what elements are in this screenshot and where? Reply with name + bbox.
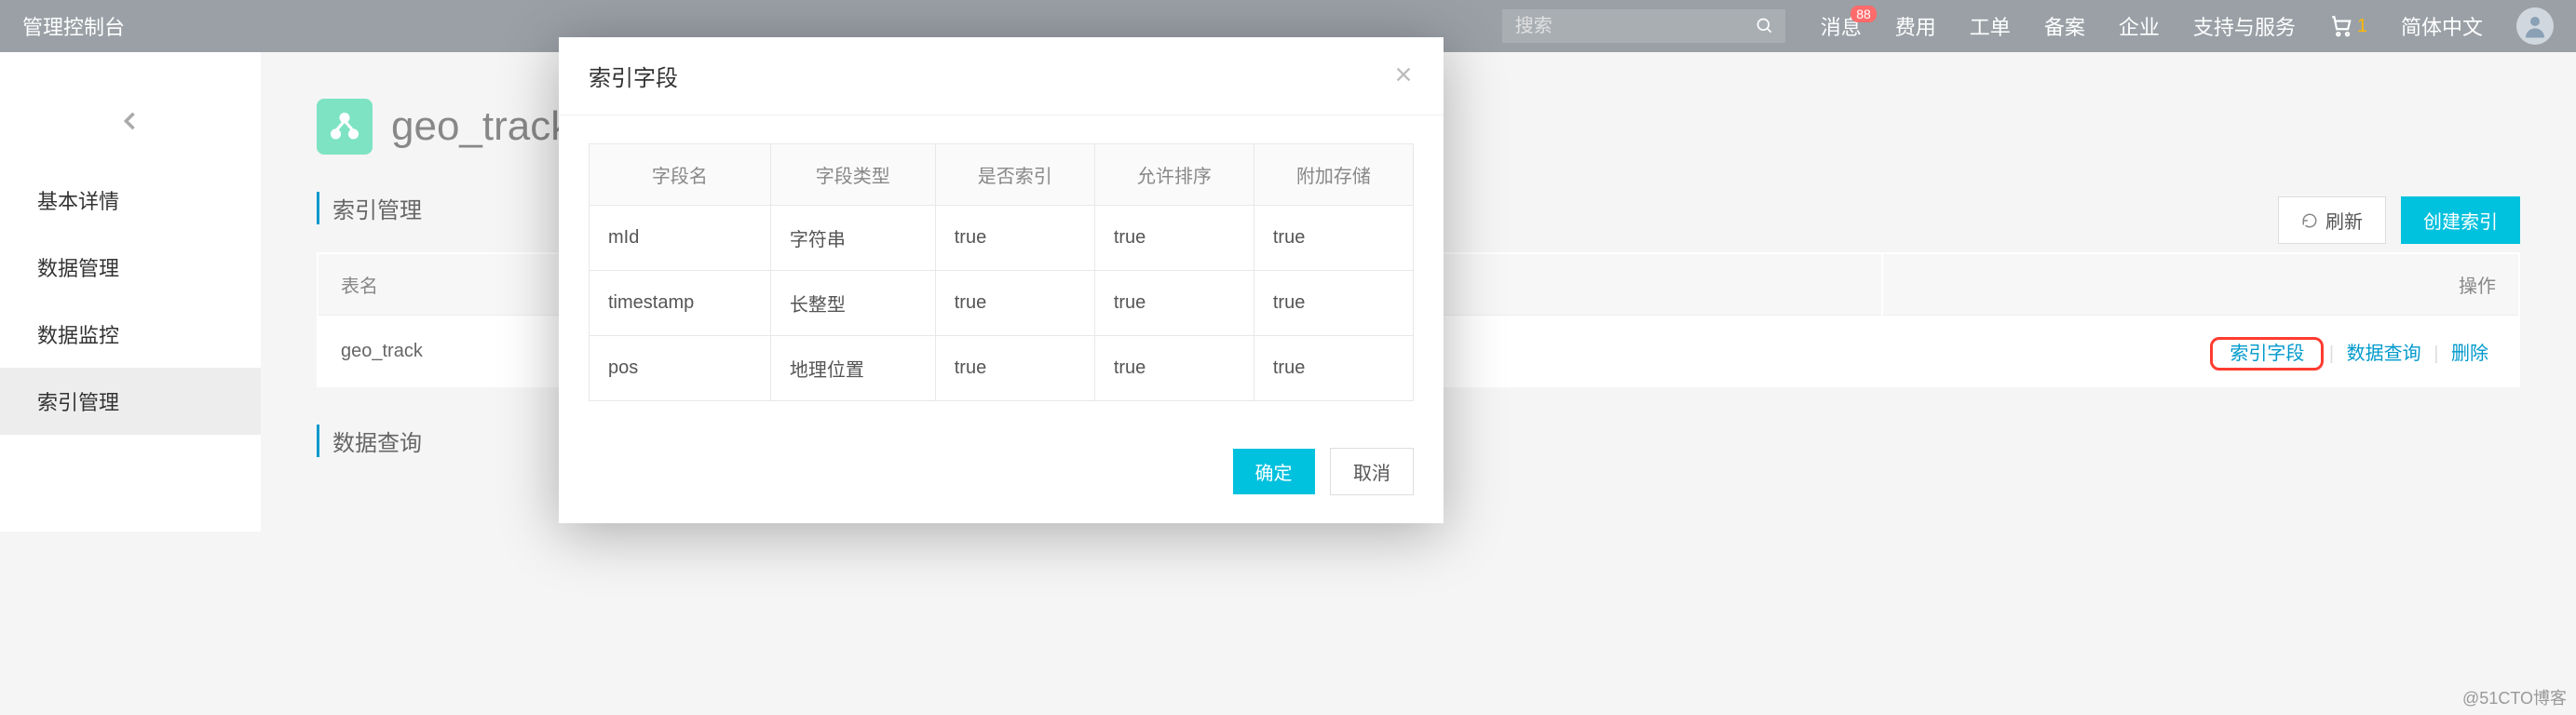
row-name: geo_track (319, 317, 562, 385)
col-ops: 操作 (1883, 254, 2518, 316)
op-delete[interactable]: 删除 (2451, 344, 2488, 364)
sidebar-item-data[interactable]: 数据管理 (0, 234, 261, 301)
sidebar-item-basic[interactable]: 基本详情 (0, 167, 261, 234)
nav-lang[interactable]: 简体中文 (2384, 11, 2500, 41)
search-box (1502, 9, 1785, 43)
page-title: geo_track (391, 103, 571, 150)
refresh-button[interactable]: 刷新 (2278, 196, 2386, 244)
nav-messages[interactable]: 消息 88 (1804, 11, 1878, 41)
cart-icon (2329, 14, 2353, 38)
search-button[interactable] (1744, 9, 1785, 43)
modal-title: 索引字段 (589, 60, 678, 92)
modal-table: 字段名 字段类型 是否索引 允许排序 附加存储 mId 字符串 true tru… (589, 143, 1414, 401)
close-icon (1393, 64, 1414, 85)
sidebar: 基本详情 数据管理 数据监控 索引管理 (0, 52, 261, 532)
op-index-fields[interactable]: 索引字段 (2230, 344, 2304, 364)
user-avatar[interactable] (2516, 7, 2554, 45)
tree-icon (327, 109, 362, 144)
messages-badge: 88 (1851, 6, 1877, 22)
nav-beian[interactable]: 备案 (2027, 11, 2102, 41)
console-title: 管理控制台 (22, 11, 125, 41)
refresh-label: 刷新 (2325, 207, 2363, 234)
mcol-type: 字段类型 (770, 144, 935, 206)
search-icon (1756, 17, 1774, 35)
op-data-query[interactable]: 数据查询 (2347, 344, 2421, 364)
modal-row: mId 字符串 true true true (590, 206, 1414, 271)
index-fields-modal: 索引字段 字段名 字段类型 是否索引 允许排序 附加存储 mId 字符串 tru… (559, 37, 1444, 523)
avatar-icon (2521, 12, 2549, 40)
refresh-icon (2301, 212, 2318, 229)
modal-ok-button[interactable]: 确定 (1233, 449, 1315, 494)
create-index-button[interactable]: 创建索引 (2401, 196, 2520, 244)
search-input[interactable] (1502, 16, 1744, 37)
mcol-name: 字段名 (590, 144, 771, 206)
sidebar-item-index[interactable]: 索引管理 (0, 368, 261, 435)
mcol-store: 附加存储 (1254, 144, 1413, 206)
modal-cancel-button[interactable]: 取消 (1330, 448, 1414, 495)
modal-row: pos 地理位置 true true true (590, 336, 1414, 401)
col-name: 表名 (319, 254, 562, 316)
sidebar-back[interactable] (0, 89, 261, 167)
mcol-sort: 允许排序 (1094, 144, 1254, 206)
modal-row: timestamp 长整型 true true true (590, 271, 1414, 336)
cart-count: 1 (2357, 16, 2367, 37)
modal-close[interactable] (1393, 61, 1414, 91)
resource-icon (317, 99, 373, 155)
nav-enterprise[interactable]: 企业 (2102, 11, 2176, 41)
nav-cost[interactable]: 费用 (1878, 11, 1953, 41)
nav-support[interactable]: 支持与服务 (2176, 11, 2312, 41)
watermark: @51CTO博客 (2462, 685, 2567, 709)
mcol-isindex: 是否索引 (935, 144, 1094, 206)
chevron-left-icon (117, 108, 143, 134)
nav-workorder[interactable]: 工单 (1953, 11, 2027, 41)
sidebar-item-monitor[interactable]: 数据监控 (0, 301, 261, 368)
nav-cart[interactable]: 1 (2312, 14, 2384, 38)
